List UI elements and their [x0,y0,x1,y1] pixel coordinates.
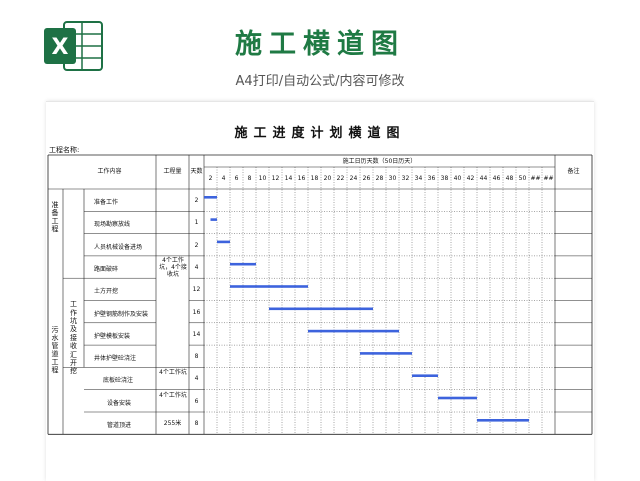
task-days: 4 [194,375,199,383]
day-tick-label: ## [530,175,541,182]
day-tick-label: 8 [247,175,252,182]
day-tick-label: 46 [492,175,501,182]
day-tick-label: 38 [440,175,449,182]
day-tick-label: 18 [310,175,319,182]
quantity-pit-b: 4个工作坑 [159,391,187,399]
header-remark: 备注 [567,168,580,175]
quantity-pipe: 255米 [163,420,182,427]
day-tick-label: 42 [466,175,475,182]
gantt-bar [477,419,529,422]
gantt-bar [269,307,373,311]
task-name: 井体护壁砼浇注 [94,355,137,363]
task-name: 人员机械设备进场 [94,243,143,251]
task-days: 16 [192,308,201,316]
day-tick-label: 44 [479,175,488,182]
day-tick-label: 32 [401,175,410,182]
gantt-bar [438,396,477,400]
task-name: 管道顶进 [107,422,132,429]
task-days: 8 [194,353,199,361]
day-tick-label: 20 [323,175,332,182]
task-name: 护壁模板安装 [94,332,131,340]
task-days: 1 [194,219,199,227]
task-name: 设备安装 [107,399,132,407]
day-tick-label: 10 [258,175,267,182]
day-tick-label: 24 [349,175,358,182]
task-name: 路面破碎 [94,265,119,273]
task-name: 现场勘察放线 [94,221,131,229]
task-days: 12 [192,286,201,294]
task-days: 6 [194,397,199,405]
task-days: 8 [194,420,199,427]
task-name: 底板砼浇注 [103,377,134,385]
day-tick-label: ## [543,175,554,182]
gantt-bar [230,285,308,288]
day-tick-label: 34 [414,175,423,182]
day-tick-label: 30 [388,175,397,182]
day-tick-label: 22 [336,175,345,182]
gantt-bar [230,262,256,266]
group-prep: 准备工程 [51,201,59,234]
day-tick-label: 28 [375,175,384,182]
day-tick-label: 26 [362,175,371,182]
day-tick-label: 6 [234,175,239,182]
group-excavation: 工作坑及接收汇开挖 [70,300,77,376]
group-sewer: 污水管道工程 [51,326,59,375]
task-name: 护壁钢筋制作及安装 [94,310,149,318]
header-work-content: 工作内容 [97,168,122,175]
task-days: 2 [194,197,199,204]
day-tick-label: 2 [208,175,213,182]
day-tick-label: 36 [427,175,436,182]
quantity-pits: 4个工作坑，4个接收坑 [159,256,187,279]
task-name: 准备工作 [94,199,119,206]
quantity-pit-a: 4个工作坑 [159,369,187,377]
day-tick-label: 40 [453,175,462,182]
day-tick-label: 4 [221,175,226,182]
header-days: 天数 [190,168,203,175]
day-tick-label: 12 [271,175,280,182]
gantt-bar [217,240,230,244]
header-quantity: 工程量 [163,168,182,175]
task-days: 4 [194,263,199,271]
header-calendar: 施工日历天数（50日历天） [342,158,417,165]
page-title: 施工横道图 [235,29,405,60]
gantt-bar [210,218,217,221]
task-days: 14 [192,330,201,338]
day-tick-label: 50 [518,175,527,182]
gantt-bar [204,196,217,199]
day-tick-label: 16 [297,175,306,182]
page-subtitle: A4打印/自动公式/内容可修改 [235,74,405,89]
task-days: 2 [194,241,199,249]
day-tick-label: 48 [505,175,514,182]
day-tick-label: 14 [284,175,293,182]
gantt-bar [360,352,412,355]
task-name: 土方开挖 [94,288,119,296]
gantt-bar [412,374,438,377]
gantt-bar [308,329,399,333]
spreadsheet-sheet: 施工进度计划横道图 工程名称: 工作内容 工程量 天数 施工日历天数（50日历天… [46,101,594,481]
